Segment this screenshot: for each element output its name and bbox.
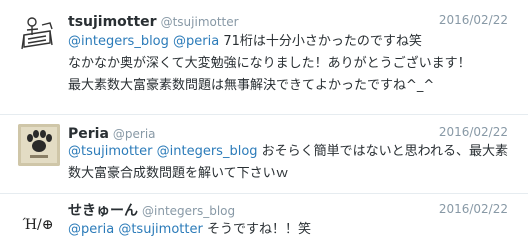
tweet-text: @tsujimotter @integers_blog おそらく簡単ではないと思… bbox=[68, 141, 522, 185]
tweet-line: @integers_blog @peria 71桁は十分小さかったのですね笑 bbox=[68, 31, 522, 53]
tweet-line: なかなか奥が深くて大変勉強になりました！ありがとうございます！ bbox=[68, 56, 471, 71]
tweet-header: tsujimotter @tsujimotter 2016/02/22 bbox=[68, 11, 520, 30]
mention-link[interactable]: @integers_blog bbox=[157, 144, 258, 159]
tweet-peria: Peria @peria 2016/02/22 @tsujimotter @int… bbox=[0, 114, 528, 193]
avatar[interactable] bbox=[18, 124, 60, 166]
author-name[interactable]: tsujimotter bbox=[68, 14, 157, 30]
tweet-line: @peria @tsujimotter そうですね！！笑 bbox=[68, 219, 522, 241]
avatar-paw-icon bbox=[18, 124, 60, 166]
author-handle[interactable]: @integers_blog bbox=[142, 204, 235, 218]
tweet-line: @tsujimotter @integers_blog おそらく簡単ではないと思… bbox=[68, 141, 522, 163]
author-name[interactable]: せきゅーん bbox=[68, 203, 138, 219]
avatar-sketch-icon bbox=[18, 13, 58, 53]
avatar[interactable] bbox=[18, 13, 58, 53]
tweet-line-text: そうですね！！笑 bbox=[202, 222, 311, 237]
tweet-line-text: おそらく簡単ではないと思われる、最大素 bbox=[257, 144, 509, 159]
avatar-glyph-icon: Ή/⊕ bbox=[18, 203, 58, 243]
author-handle[interactable]: @tsujimotter bbox=[161, 15, 239, 29]
mention-link[interactable]: @tsujimotter bbox=[118, 222, 203, 237]
author-name[interactable]: Peria bbox=[68, 126, 109, 142]
tweet-header: せきゅーん @integers_blog 2016/02/22 bbox=[68, 200, 520, 219]
tweet-integers-blog: Ή/⊕ せきゅーん @integers_blog 2016/02/22 @peri… bbox=[0, 193, 528, 251]
author-handle[interactable]: @peria bbox=[113, 127, 156, 141]
avatar[interactable]: Ή/⊕ bbox=[18, 203, 58, 243]
tweet-line: 数大富豪合成数問題を解いて下さいｗ bbox=[68, 166, 289, 181]
tweet-text: @integers_blog @peria 71桁は十分小さかったのですね笑 な… bbox=[68, 31, 522, 97]
tweet-date[interactable]: 2016/02/22 bbox=[439, 13, 508, 27]
tweet-line-text: 71桁は十分小さかったのですね笑 bbox=[219, 34, 422, 49]
tweet-header: Peria @peria 2016/02/22 bbox=[68, 123, 520, 142]
tweet-date[interactable]: 2016/02/22 bbox=[439, 202, 508, 216]
mention-link[interactable]: @peria bbox=[68, 222, 114, 237]
avatar-glyph: Ή/⊕ bbox=[23, 216, 54, 233]
mention-link[interactable]: @peria bbox=[173, 34, 219, 49]
tweet-tsujimotter: tsujimotter @tsujimotter 2016/02/22 @inte… bbox=[0, 0, 528, 114]
tweet-date[interactable]: 2016/02/22 bbox=[439, 125, 508, 139]
tweet-line: 最大素数大富豪素数問題は無事解決できてよかったですね^_^ bbox=[68, 78, 435, 93]
mention-link[interactable]: @tsujimotter bbox=[68, 144, 153, 159]
mention-link[interactable]: @integers_blog bbox=[68, 34, 169, 49]
tweet-text: @peria @tsujimotter そうですね！！笑 bbox=[68, 219, 522, 241]
